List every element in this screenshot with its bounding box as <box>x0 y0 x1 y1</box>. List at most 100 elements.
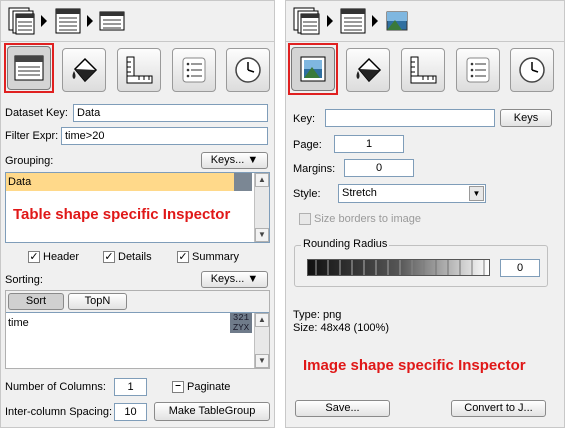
sort-order-badge[interactable]: 321 ZYX <box>230 313 252 333</box>
keys-button[interactable]: Keys <box>500 109 552 127</box>
rounding-slider-track[interactable] <box>307 259 490 276</box>
breadcrumb-separator-icon <box>327 15 333 27</box>
image-inspector-annotation: Image shape specific Inspector <box>303 357 526 374</box>
list-tab[interactable] <box>172 48 216 92</box>
ruler-icon <box>410 56 437 84</box>
list-icon <box>182 57 206 83</box>
sorting-keys-label: Keys... <box>210 273 245 285</box>
scroll-down-icon[interactable]: ▼ <box>255 228 269 242</box>
summary-checkbox-label: Summary <box>192 251 240 263</box>
filter-expr-field[interactable]: time>20 <box>61 127 268 145</box>
tab-sort[interactable]: Sort <box>8 293 64 310</box>
sort-badge-numeric: 321 <box>232 313 250 323</box>
header-checkbox[interactable]: ✓ <box>28 251 40 263</box>
fill-style-tab[interactable] <box>346 48 390 92</box>
rounding-radius-field[interactable]: 0 <box>500 259 540 277</box>
table-shape-icon <box>14 55 44 81</box>
clock-icon <box>519 57 545 83</box>
list-icon <box>466 57 490 83</box>
page-label: Page: <box>293 139 322 151</box>
grouping-label: Grouping: <box>5 155 54 167</box>
make-tablegroup-button[interactable]: Make TableGroup <box>154 402 270 421</box>
sorting-label: Sorting: <box>5 274 43 286</box>
chevron-down-icon[interactable]: ▼ <box>469 186 484 201</box>
scroll-down-icon[interactable]: ▼ <box>255 354 269 368</box>
header-checkbox-label: Header <box>43 251 80 263</box>
sort-badge-alpha: ZYX <box>232 323 250 333</box>
table-shape-tab[interactable] <box>7 46 51 90</box>
style-select-value: Stretch <box>342 187 377 199</box>
spacing-label: Inter-column Spacing: <box>5 406 112 418</box>
grouping-scrollbar[interactable]: ▲ ▼ <box>254 173 269 242</box>
num-columns-label: Number of Columns: <box>5 381 106 393</box>
image-icon[interactable] <box>382 6 412 36</box>
image-inspector-panel: Key: Keys Page: 1 Margins: 0 Style: Stre… <box>285 0 565 428</box>
grouping-keys-label: Keys... <box>210 154 245 166</box>
sort-list[interactable]: time 321 ZYX ▲ ▼ <box>6 312 269 368</box>
rounding-radius-group: Rounding Radius 0 <box>294 238 548 287</box>
list-item-handle[interactable] <box>234 173 252 191</box>
rounding-radius-label: Rounding Radius <box>301 238 390 250</box>
size-borders-label: Size borders to image <box>314 213 421 225</box>
filter-expr-label: Filter Expr: <box>5 130 59 142</box>
list-item[interactable]: time <box>8 317 29 329</box>
ruler-tab[interactable] <box>401 48 445 92</box>
dataset-key-field[interactable]: Data <box>73 104 268 122</box>
key-field[interactable] <box>325 109 495 127</box>
list-item[interactable]: Data <box>6 173 234 191</box>
image-type-text: Type: png <box>293 309 342 321</box>
paint-bucket-icon <box>356 57 382 83</box>
paint-bucket-icon <box>72 57 98 83</box>
key-label: Key: <box>293 113 316 125</box>
spacing-field[interactable]: 10 <box>114 403 147 421</box>
table-list-icon[interactable] <box>7 6 37 36</box>
save-button[interactable]: Save... <box>295 400 390 417</box>
size-borders-checkbox[interactable] <box>299 213 311 225</box>
sorting-keys-dropdown[interactable]: Keys... ▼ <box>201 271 268 288</box>
fill-style-tab[interactable] <box>62 48 106 92</box>
clock-icon <box>235 57 261 83</box>
paginate-label: Paginate <box>187 381 231 393</box>
chevron-down-icon: ▼ <box>247 154 259 166</box>
scroll-up-icon[interactable]: ▲ <box>255 173 269 187</box>
slider-ticks <box>315 260 485 275</box>
scroll-up-icon[interactable]: ▲ <box>255 313 269 327</box>
divider <box>1 41 274 42</box>
details-checkbox-label: Details <box>118 251 152 263</box>
style-select[interactable]: Stretch ▼ <box>338 184 486 203</box>
image-shape-tab[interactable] <box>291 47 335 91</box>
clock-tab[interactable] <box>226 48 270 92</box>
paginate-checkbox[interactable]: – <box>172 381 184 393</box>
breadcrumb-separator-icon <box>372 15 378 27</box>
table-list-icon[interactable] <box>292 6 322 36</box>
convert-button[interactable]: Convert to J... <box>451 400 546 417</box>
tab-topn[interactable]: TopN <box>68 293 127 310</box>
clock-tab[interactable] <box>510 48 554 92</box>
details-checkbox[interactable]: ✓ <box>103 251 115 263</box>
divider <box>286 41 564 42</box>
style-label: Style: <box>293 188 321 200</box>
table-icon[interactable] <box>338 6 368 36</box>
breadcrumb-separator-icon <box>41 15 47 27</box>
list-tab[interactable] <box>456 48 500 92</box>
table-small-icon[interactable] <box>97 6 127 36</box>
panel-gap <box>276 0 284 428</box>
sorting-group: Sort TopN time 321 ZYX ▲ ▼ <box>5 290 270 369</box>
sort-scrollbar[interactable]: ▲ ▼ <box>254 313 269 368</box>
page-field[interactable]: 1 <box>334 135 404 153</box>
image-size-text: Size: 48x48 (100%) <box>293 322 389 334</box>
num-columns-field[interactable]: 1 <box>114 378 147 396</box>
table-inspector-panel: Dataset Key: Data Filter Expr: time>20 G… <box>0 0 275 428</box>
margins-field[interactable]: 0 <box>344 159 414 177</box>
ruler-tab[interactable] <box>117 48 161 92</box>
table-icon[interactable] <box>53 6 83 36</box>
chevron-down-icon: ▼ <box>247 273 259 285</box>
breadcrumb-separator-icon <box>87 15 93 27</box>
ruler-icon <box>126 56 153 84</box>
image-shape-icon <box>300 56 326 82</box>
grouping-keys-dropdown[interactable]: Keys... ▼ <box>201 152 268 169</box>
margins-label: Margins: <box>293 163 336 175</box>
summary-checkbox[interactable]: ✓ <box>177 251 189 263</box>
table-inspector-annotation: Table shape specific Inspector <box>13 206 231 223</box>
dataset-key-label: Dataset Key: <box>5 107 68 119</box>
